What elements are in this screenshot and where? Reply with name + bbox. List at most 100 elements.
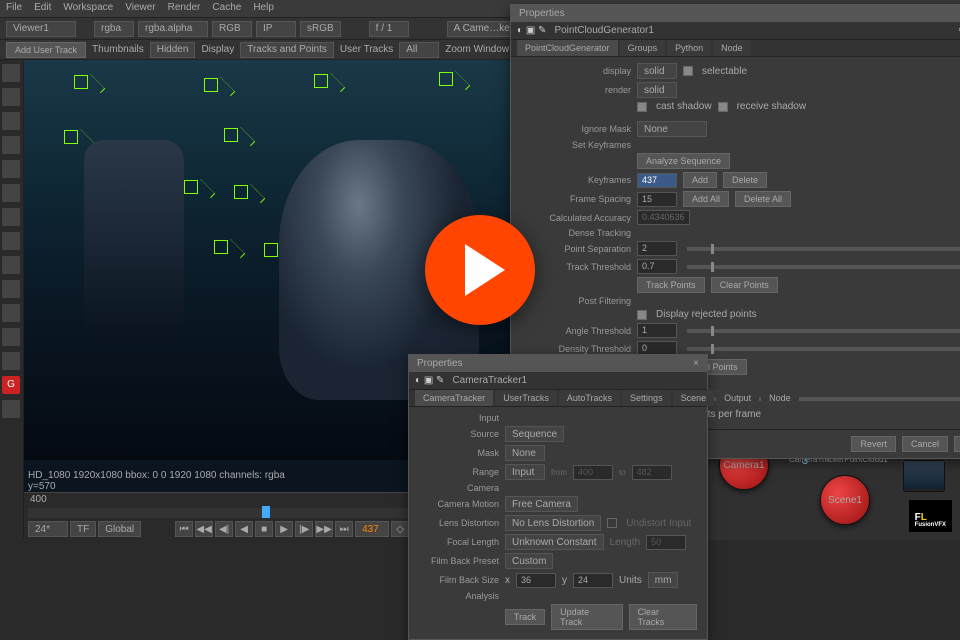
tool-rect-icon[interactable] (2, 160, 20, 178)
trackpts-button[interactable]: Track Points (637, 277, 705, 293)
next-frame-icon[interactable]: |▶ (295, 521, 313, 537)
mask-sel[interactable]: None (637, 121, 707, 137)
menu-cache[interactable]: Cache (212, 2, 241, 15)
range-sel[interactable]: Input (505, 464, 545, 480)
tab-node2[interactable]: Node (761, 390, 799, 406)
current-frame[interactable]: 437 (355, 521, 389, 537)
menu-render[interactable]: Render (168, 2, 201, 15)
display-mode[interactable]: Tracks and Points (240, 42, 334, 58)
stop-icon[interactable]: ■ (255, 521, 273, 537)
key-prev-icon[interactable]: ◇ (391, 521, 409, 537)
tool-dot-icon[interactable] (2, 400, 20, 418)
tf-field[interactable]: TF (70, 521, 96, 537)
viewer-select[interactable]: Viewer1 (6, 21, 76, 37)
selectable-chk[interactable] (683, 66, 693, 76)
tool-bezier-icon[interactable] (2, 208, 20, 226)
fps-field[interactable]: 24* (28, 521, 68, 537)
undist-chk[interactable] (607, 518, 617, 528)
add-user-track-button[interactable]: Add User Track (6, 42, 86, 58)
tool-ellipse-icon[interactable] (2, 184, 20, 202)
video-play-overlay[interactable] (425, 215, 535, 325)
tab-ct[interactable]: CameraTracker (415, 390, 493, 406)
tool-crosshair-icon[interactable] (2, 304, 20, 322)
close-icon[interactable]: × (693, 358, 699, 369)
track-marker[interactable] (64, 130, 78, 144)
density-slider[interactable] (687, 347, 960, 351)
updatetrack-button[interactable]: Update Track (551, 604, 622, 630)
trackthr-slider[interactable] (687, 265, 960, 269)
trackthr-field[interactable]: 0.7 (637, 259, 677, 274)
tab-ut[interactable]: UserTracks (495, 390, 557, 406)
addall-button[interactable]: Add All (683, 191, 729, 207)
ptsep-field[interactable]: 2 (637, 241, 677, 256)
source-sel[interactable]: Sequence (505, 426, 564, 442)
focal-sel[interactable]: Unknown Constant (505, 534, 604, 550)
del-key-button[interactable]: Delete (723, 172, 767, 188)
tool-pan-icon[interactable] (2, 88, 20, 106)
ptsep-slider[interactable] (687, 247, 960, 251)
menu-file[interactable]: File (6, 2, 22, 15)
tool-wrench-icon[interactable] (2, 352, 20, 370)
add-key-button[interactable]: Add (683, 172, 717, 188)
angle-field[interactable]: 1 (637, 323, 677, 338)
tab-scene[interactable]: Scene (673, 390, 715, 406)
tab-set[interactable]: Settings (622, 390, 671, 406)
track-button[interactable]: Track (505, 609, 545, 625)
node-thumb2[interactable] (903, 460, 945, 492)
prev-frame-icon[interactable]: ◀| (215, 521, 233, 537)
recvshadow-chk[interactable] (718, 102, 728, 112)
range-mode[interactable]: Global (98, 521, 141, 537)
track-marker[interactable] (184, 180, 198, 194)
zoom-fit[interactable]: f / 1 (369, 21, 409, 37)
play-fwd-icon[interactable]: ▶ (275, 521, 293, 537)
spacing-field[interactable]: 15 (637, 192, 677, 207)
play-rev-icon[interactable]: ◀ (235, 521, 253, 537)
track-marker[interactable] (224, 128, 238, 142)
step-fwd-icon[interactable]: ▶▶ (315, 521, 333, 537)
close-button[interactable]: Close (954, 436, 960, 452)
lens-sel[interactable]: No Lens Distortion (505, 515, 601, 531)
menu-help[interactable]: Help (253, 2, 274, 15)
track-marker[interactable] (214, 240, 228, 254)
thumbs-mode[interactable]: Hidden (150, 42, 196, 58)
step-back-icon[interactable]: ◀◀ (195, 521, 213, 537)
render-sel[interactable]: solid (637, 82, 677, 98)
tab-python[interactable]: Python (667, 40, 711, 56)
disprej-chk[interactable] (637, 310, 647, 320)
track-marker[interactable] (264, 243, 278, 257)
goto-end-icon[interactable]: ⏭ (335, 521, 353, 537)
tool-select-icon[interactable] (2, 64, 20, 82)
track-marker[interactable] (314, 74, 328, 88)
tool-remove-icon[interactable] (2, 280, 20, 298)
menu-workspace[interactable]: Workspace (63, 2, 113, 15)
channel-alpha[interactable]: rgba.alpha (138, 21, 208, 37)
tool-brush-icon[interactable] (2, 328, 20, 346)
utracks-mode[interactable]: All (399, 42, 439, 58)
fby-field[interactable]: 24 (573, 573, 613, 588)
menu-viewer[interactable]: Viewer (125, 2, 155, 15)
castshadow-chk[interactable] (637, 102, 647, 112)
ip-toggle[interactable]: IP (256, 21, 296, 37)
tool-addpoint-icon[interactable] (2, 256, 20, 274)
cancel-button[interactable]: Cancel (902, 436, 948, 452)
cleartracks-button[interactable]: Clear Tracks (629, 604, 697, 630)
track-marker[interactable] (74, 75, 88, 89)
mask-sel2[interactable]: None (505, 445, 545, 461)
tab-groups[interactable]: Groups (620, 40, 666, 56)
goto-start-icon[interactable]: ⏮ (175, 521, 193, 537)
tool-zoom-icon[interactable] (2, 112, 20, 130)
track-marker[interactable] (439, 72, 453, 86)
tab-node[interactable]: Node (713, 40, 751, 56)
clearpts-button[interactable]: Clear Points (711, 277, 778, 293)
track-marker[interactable] (204, 78, 218, 92)
colorspace[interactable]: sRGB (300, 21, 341, 37)
angle-slider[interactable] (687, 329, 960, 333)
tool-roto-icon[interactable] (2, 136, 20, 154)
tab-main[interactable]: PointCloudGenerator (517, 40, 618, 56)
tool-bspline-icon[interactable] (2, 232, 20, 250)
tab-out[interactable]: Output (716, 390, 759, 406)
tool-g-icon[interactable]: G (2, 376, 20, 394)
keyframes-field[interactable]: 437 (637, 173, 677, 188)
motion-sel[interactable]: Free Camera (505, 496, 578, 512)
delall-button[interactable]: Delete All (735, 191, 791, 207)
